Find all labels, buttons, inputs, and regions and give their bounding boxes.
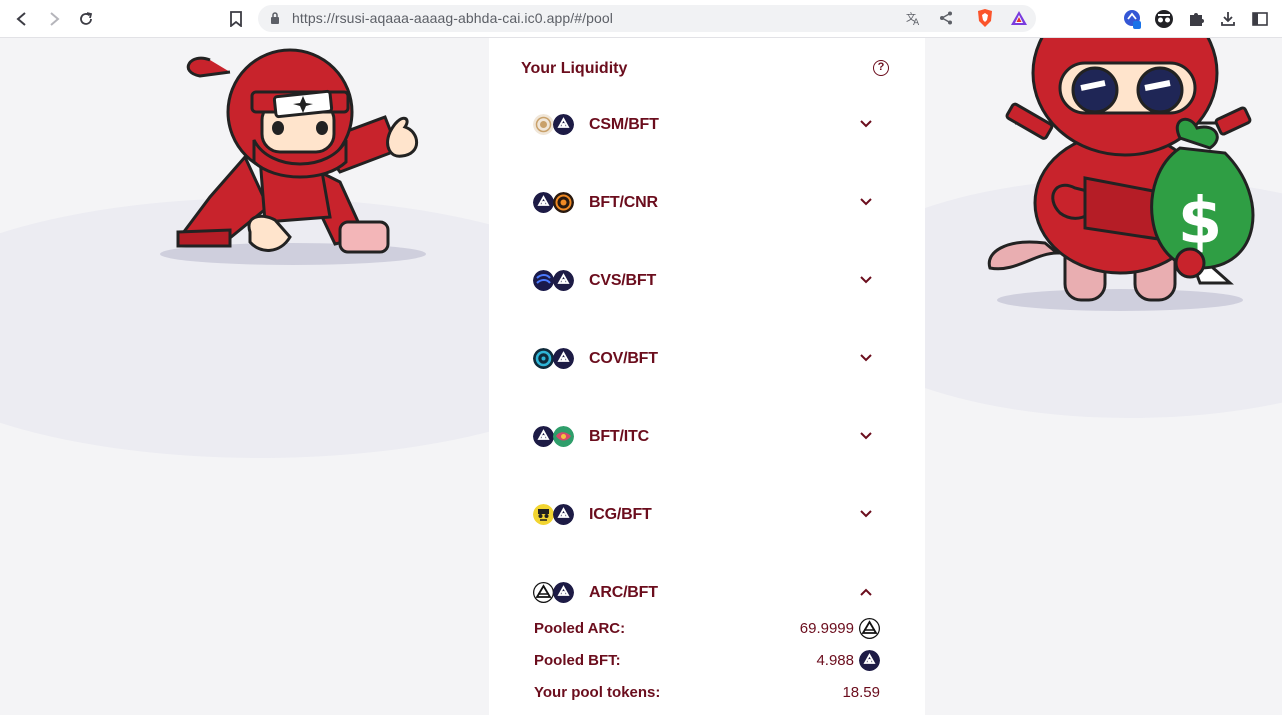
pair-label: ICG/BFT <box>589 506 652 523</box>
bft-token-icon <box>859 650 880 671</box>
liquidity-panel: Your Liquidity ? CSM/BFT BFT/CNR CVS/BFT… <box>489 38 925 715</box>
pooled-bft-row: Pooled BFT: 4.988 <box>534 650 880 672</box>
back-icon[interactable] <box>11 8 33 30</box>
cnr-token-icon <box>553 192 574 213</box>
bft-token-icon <box>553 270 574 291</box>
svg-text:$: $ <box>1178 185 1223 259</box>
pair-row-cov-bft[interactable]: COV/BFT <box>533 346 883 372</box>
chevron-down-icon[interactable] <box>859 273 873 287</box>
pair-label: CVS/BFT <box>589 272 657 289</box>
bft-token-icon <box>533 192 554 213</box>
pair-label: ARC/BFT <box>589 584 658 601</box>
csm-token-icon <box>533 114 554 135</box>
bft-token-icon <box>553 582 574 603</box>
share-icon[interactable] <box>936 8 956 28</box>
pair-row-icg-bft[interactable]: ICG/BFT <box>533 502 883 528</box>
puzzle-icon[interactable] <box>1186 9 1206 29</box>
pair-label: CSM/BFT <box>589 116 659 133</box>
help-icon[interactable]: ? <box>873 60 889 76</box>
browser-toolbar: https://rsusi-aqaaa-aaaag-abhda-cai.ic0.… <box>0 0 1282 38</box>
cvs-token-icon <box>533 270 554 291</box>
brave-rewards-icon[interactable] <box>1009 8 1029 28</box>
pair-row-bft-cnr[interactable]: BFT/CNR <box>533 190 883 216</box>
reload-icon[interactable] <box>75 8 97 30</box>
cov-token-icon <box>533 348 554 369</box>
pool-tokens-row: Your pool tokens: 18.59 <box>534 682 880 704</box>
url-text[interactable]: https://rsusi-aqaaa-aaaag-abhda-cai.ic0.… <box>292 10 613 26</box>
ninja-mascot-right-illustration: $ <box>987 38 1255 311</box>
bft-token-icon <box>553 348 574 369</box>
forward-icon[interactable] <box>43 8 65 30</box>
bft-token-icon <box>533 426 554 447</box>
sidebar-toggle-icon[interactable] <box>1250 9 1270 29</box>
chevron-down-icon[interactable] <box>859 507 873 521</box>
pooled-arc-label: Pooled ARC: <box>534 620 626 637</box>
pooled-bft-value: 4.988 <box>816 652 854 669</box>
chevron-down-icon[interactable] <box>859 351 873 365</box>
translate-icon[interactable]: 文A <box>903 8 923 28</box>
pair-label: BFT/CNR <box>589 194 658 211</box>
ninja-mascot-left-illustration <box>160 48 426 265</box>
arc-token-icon <box>859 618 880 639</box>
pooled-bft-label: Pooled BFT: <box>534 652 621 669</box>
lock-icon <box>271 12 279 24</box>
chevron-down-icon[interactable] <box>859 195 873 209</box>
chevron-down-icon[interactable] <box>859 429 873 443</box>
pooled-arc-value: 69.9999 <box>799 620 854 637</box>
pair-label: BFT/ITC <box>589 428 649 445</box>
pair-row-arc-bft[interactable]: ARC/BFT <box>533 580 883 606</box>
incognito-extension-icon[interactable] <box>1154 9 1174 29</box>
panel-title: Your Liquidity <box>521 60 628 77</box>
address-bar[interactable]: https://rsusi-aqaaa-aaaag-abhda-cai.ic0.… <box>258 5 1036 32</box>
pooled-arc-row: Pooled ARC: 69.9999 <box>534 618 880 640</box>
bft-token-icon <box>553 114 574 135</box>
bookmark-icon[interactable] <box>225 8 247 30</box>
pair-row-cvs-bft[interactable]: CVS/BFT <box>533 268 883 294</box>
itc-token-icon <box>553 426 574 447</box>
download-icon[interactable] <box>1218 9 1238 29</box>
bft-token-icon <box>553 504 574 525</box>
pair-label: COV/BFT <box>589 350 658 367</box>
svg-text:A: A <box>913 18 920 26</box>
icg-token-icon <box>533 504 554 525</box>
chevron-up-icon[interactable] <box>859 585 873 599</box>
extension-icon[interactable] <box>1122 9 1142 29</box>
arc-token-icon <box>533 582 554 603</box>
brave-shield-icon[interactable] <box>975 8 995 28</box>
pair-row-bft-itc[interactable]: BFT/ITC <box>533 424 883 450</box>
pool-tokens-value: 18.59 <box>842 684 880 701</box>
pair-row-csm-bft[interactable]: CSM/BFT <box>533 112 883 138</box>
pool-tokens-label: Your pool tokens: <box>534 684 661 701</box>
chevron-down-icon[interactable] <box>859 117 873 131</box>
